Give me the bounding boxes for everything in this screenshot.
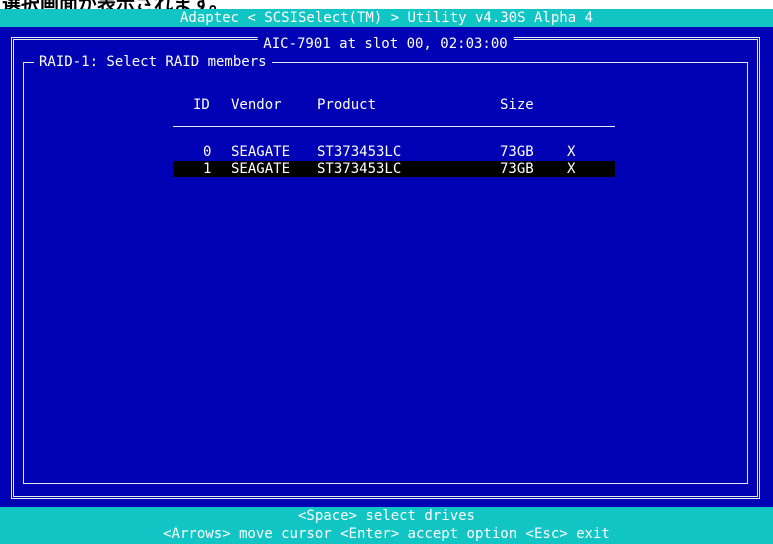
main-screen: AIC-7901 at slot 00, 02:03:00 RAID-1: Se… [0, 27, 773, 507]
help-footer: <Space> select drives <Arrows> move curs… [0, 507, 773, 544]
drive-selected-mark: X [567, 161, 576, 177]
drive-id: 0 [203, 144, 212, 160]
column-header-size: Size [500, 97, 534, 113]
drive-vendor: SEAGATE [231, 161, 291, 177]
help-line-navigation: <Arrows> move cursor <Enter> accept opti… [163, 526, 610, 542]
help-line-select: <Space> select drives [297, 508, 475, 524]
drive-selected-mark: X [567, 144, 576, 160]
column-header-id: ID [193, 97, 210, 113]
adapter-title: AIC-7901 at slot 00, 02:03:00 [257, 36, 514, 52]
title-bar: Adaptec < SCSISelect(TM) > Utility v4.30… [0, 9, 773, 27]
caption-text: 選択画面が表示されます。 [2, 0, 228, 9]
drive-row-selected[interactable]: 1 SEAGATE ST373453LC 73GB X [173, 161, 615, 177]
drive-row[interactable]: 0 SEAGATE ST373453LC 73GB X [173, 144, 615, 160]
header-divider [173, 126, 615, 127]
drive-id: 1 [203, 161, 212, 177]
caption-clip: 選択画面が表示されます。 [0, 0, 773, 9]
drive-size: 73GB [500, 161, 534, 177]
column-header-vendor: Vendor [231, 97, 282, 113]
drive-vendor: SEAGATE [231, 144, 291, 160]
panel-title: RAID-1: Select RAID members [34, 54, 272, 70]
column-header-product: Product [317, 97, 377, 113]
drive-product: ST373453LC [317, 144, 402, 160]
drive-product: ST373453LC [317, 161, 402, 177]
drive-size: 73GB [500, 144, 534, 160]
